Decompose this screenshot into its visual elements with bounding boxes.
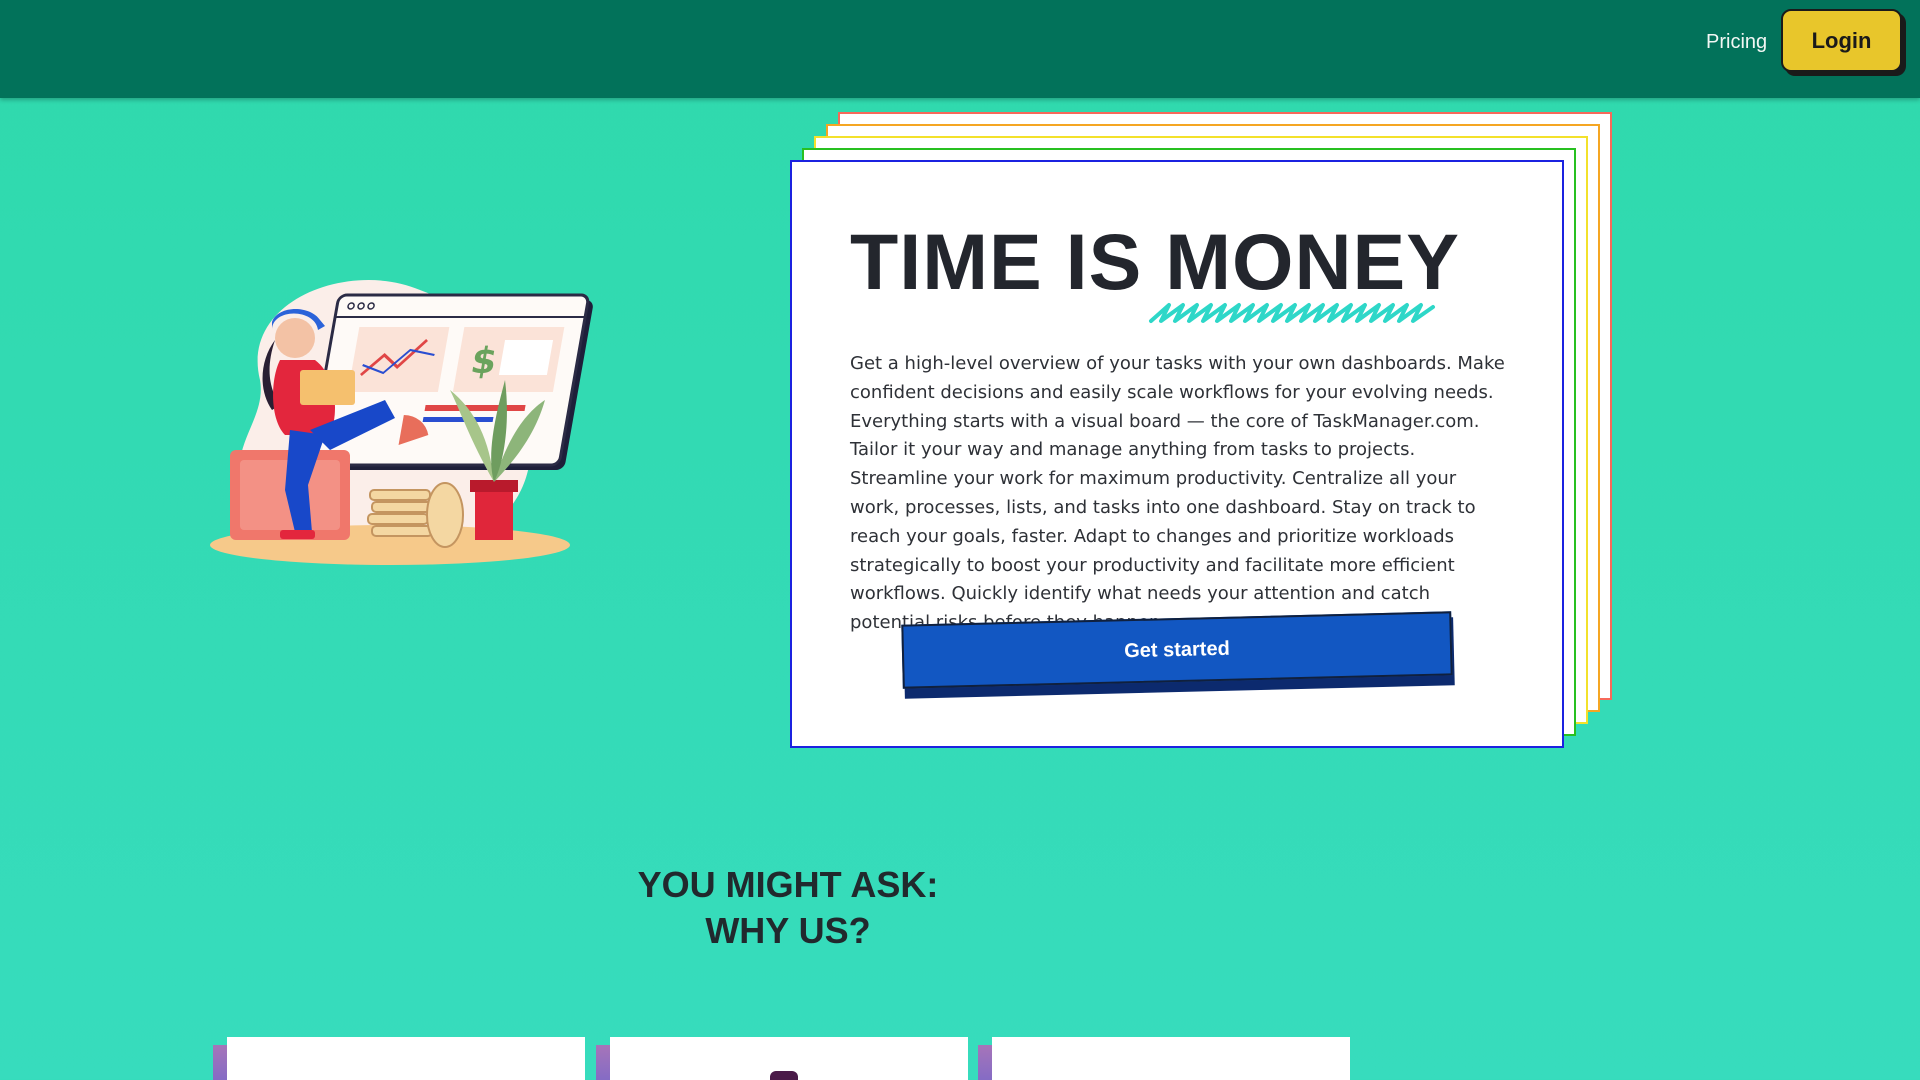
hero-title: TIME IS MONEY xyxy=(850,217,1460,306)
get-started-wrapper: Get started xyxy=(901,611,1458,699)
why-us-heading: YOU MIGHT ASK: WHY US? xyxy=(538,862,1038,954)
title-underline-squiggle xyxy=(1149,303,1435,323)
feature-card xyxy=(978,1037,1350,1080)
why-us-heading-line1: YOU MIGHT ASK: xyxy=(637,864,939,905)
hero-card: TIME IS MONEY Get a high-level overview … xyxy=(790,160,1564,748)
login-button[interactable]: Login xyxy=(1781,9,1902,72)
pricing-link[interactable]: Pricing xyxy=(1706,27,1767,57)
get-started-button[interactable]: Get started xyxy=(901,611,1453,689)
feature-card xyxy=(596,1037,968,1080)
feature-card xyxy=(213,1037,585,1080)
top-navigation-bar: Pricing Login xyxy=(0,0,1920,98)
why-us-heading-line2: WHY US? xyxy=(705,910,871,951)
hero-description: Get a high-level overview of your tasks … xyxy=(850,353,1505,634)
hero-illustration: $ xyxy=(200,260,600,580)
feature-icon xyxy=(770,1071,798,1080)
